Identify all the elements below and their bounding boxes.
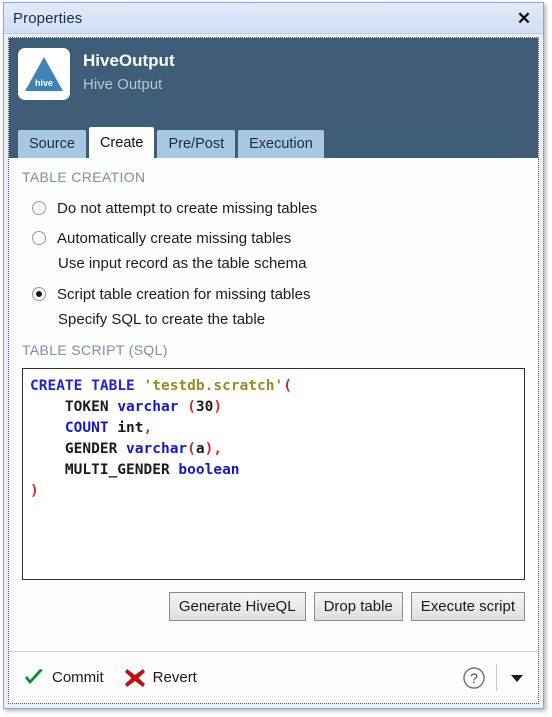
tab-execution[interactable]: Execution (238, 130, 324, 158)
radio-label-1: Automatically create missing tables (57, 229, 292, 247)
generate-hiveql-button[interactable]: Generate HiveQL (168, 592, 306, 621)
table-creation-section-label: TABLE CREATION (22, 169, 146, 185)
node-name: HiveOutput (83, 51, 175, 70)
code-line-3: GENDER varchar(a), (30, 439, 516, 460)
code-token: 30 (195, 399, 214, 415)
green-check-icon (25, 668, 43, 684)
code-token: COUNT (64, 420, 109, 436)
code-token: ( (187, 399, 196, 415)
code-token: int (117, 420, 144, 436)
drop-table-button[interactable]: Drop table (313, 592, 403, 621)
code-line-2: COUNT int, (30, 418, 516, 439)
svg-text:?: ? (470, 670, 478, 686)
code-token: boolean (178, 462, 240, 478)
footer-divider (496, 664, 497, 691)
radio-mark-0[interactable] (32, 201, 46, 215)
radio-option-2[interactable]: Script table creation for missing tables (32, 281, 525, 307)
tab-pre-post[interactable]: Pre/Post (157, 130, 236, 158)
radio-option-1[interactable]: Automatically create missing tables (32, 225, 525, 251)
code-token: ( (283, 378, 292, 394)
commit-button[interactable]: Commit (23, 668, 104, 688)
revert-button[interactable]: Revert (124, 668, 197, 688)
commit-label: Commit (52, 669, 104, 686)
code-token: TOKEN (64, 399, 109, 415)
execute-script-button[interactable]: Execute script (410, 592, 525, 621)
window-title: Properties (13, 9, 83, 27)
code-token: 'testdb.scratch' (143, 378, 284, 394)
code-line-4: MULTI_GENDER boolean (30, 460, 516, 481)
code-token: CREATE (30, 378, 83, 394)
action-button-bar: Generate HiveQL Drop table Execute script (22, 580, 525, 632)
table-creation-radio-group: Do not attempt to create missing tables A… (22, 195, 525, 337)
node-subtitle: Hive Output (83, 76, 163, 93)
code-line-5: ) (30, 481, 516, 502)
properties-window: Properties ✕ hive HiveOutput Hive Output… (3, 2, 544, 709)
window-titlebar: Properties ✕ (4, 3, 543, 34)
tab-create[interactable]: Create (88, 127, 155, 158)
code-token: a (195, 441, 205, 457)
properties-panel: hive HiveOutput Hive Output Source Create… (8, 37, 539, 704)
code-token: ( (187, 441, 196, 457)
radio-mark-1[interactable] (32, 231, 46, 245)
code-token: GENDER (64, 441, 118, 457)
code-token: ) (213, 399, 223, 415)
code-token: TABLE (91, 378, 135, 394)
code-token: ) (30, 483, 39, 499)
red-x-icon (124, 668, 145, 687)
sql-script-editor[interactable]: CREATE TABLE 'testdb.scratch'( TOKEN var… (22, 368, 525, 580)
table-script-section-label: TABLE SCRIPT (SQL) (22, 342, 168, 358)
footer-bar: Commit Revert ? (9, 651, 538, 703)
tab-strip: Source Create Pre/Post Execution (9, 127, 538, 158)
node-header: hive HiveOutput Hive Output (9, 38, 538, 127)
code-token: varchar (117, 399, 179, 415)
caret-down-icon[interactable] (506, 667, 528, 689)
question-mark-circle-icon[interactable]: ? (461, 665, 487, 691)
radio-sublabel-2: Specify SQL to create the table (58, 311, 266, 328)
radio-mark-2[interactable] (32, 287, 46, 301)
revert-label: Revert (152, 669, 197, 686)
tab-content-create: TABLE CREATION Do not attempt to create … (9, 158, 538, 651)
code-token: , (143, 420, 153, 436)
code-token: , (213, 441, 223, 457)
radio-option-0[interactable]: Do not attempt to create missing tables (32, 195, 525, 221)
code-token: varchar (126, 441, 188, 457)
hive-logo-icon: hive (18, 48, 70, 100)
close-icon[interactable]: ✕ (511, 7, 537, 29)
svg-text:hive: hive (35, 78, 53, 88)
node-text-block: HiveOutput Hive Output (83, 48, 175, 96)
radio-sublabel-1: Use input record as the table schema (58, 255, 307, 272)
radio-label-0: Do not attempt to create missing tables (57, 199, 318, 217)
code-line-1: TOKEN varchar (30) (30, 397, 516, 418)
code-token: MULTI_GENDER (64, 462, 170, 478)
code-line-0: CREATE TABLE 'testdb.scratch'( (30, 376, 516, 397)
tab-source[interactable]: Source (18, 130, 86, 158)
radio-label-2: Script table creation for missing tables (57, 285, 311, 303)
